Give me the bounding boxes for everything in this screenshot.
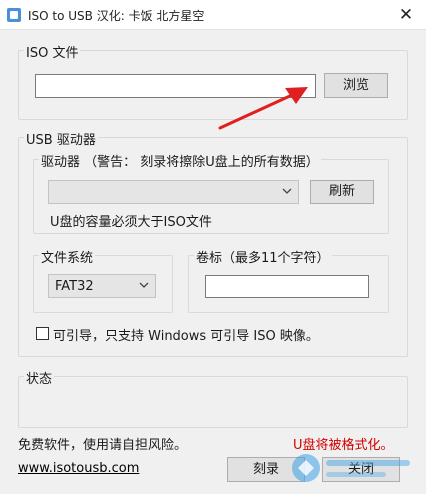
status-group — [18, 376, 408, 428]
volume-label-group-label: 卷标（最多11个字符） — [194, 247, 332, 266]
filesystem-group-label: 文件系统 — [39, 247, 96, 266]
close-window-icon[interactable]: ✕ — [394, 3, 418, 27]
iso-file-group-label: ISO 文件 — [24, 42, 81, 61]
chevron-down-icon — [139, 282, 149, 288]
watermark-logo — [292, 454, 410, 482]
filesystem-select-value: FAT32 — [55, 279, 94, 294]
iso-path-input[interactable] — [35, 74, 316, 98]
disclaimer-text: 免费软件，使用请自担风险。 — [18, 438, 188, 453]
bootable-label: 可引导，只支持 Windows 可引导 ISO 映像。 — [53, 329, 319, 344]
title-bar: ISO to USB 汉化: 卡饭 北方星空 ✕ — [0, 0, 426, 30]
filesystem-select[interactable]: FAT32 — [48, 274, 156, 298]
drive-select[interactable] — [48, 180, 299, 204]
usb-drive-group-label: USB 驱动器 — [24, 129, 98, 148]
bootable-checkbox[interactable] — [36, 327, 49, 340]
volume-label-input[interactable] — [205, 275, 369, 298]
app-icon — [7, 8, 21, 22]
status-group-label: 状态 — [24, 368, 55, 387]
drive-group-label: 驱动器 （警告： 刻录将擦除U盘上的所有数据） — [39, 151, 321, 170]
refresh-button[interactable]: 刷新 — [310, 180, 374, 204]
capacity-note: U盘的容量必须大于ISO文件 — [50, 215, 212, 230]
website-link[interactable]: www.isotousb.com — [18, 461, 139, 476]
chevron-down-icon — [282, 188, 292, 194]
browse-button[interactable]: 浏览 — [324, 73, 388, 98]
window-title: ISO to USB 汉化: 卡饭 北方星空 — [28, 9, 205, 23]
